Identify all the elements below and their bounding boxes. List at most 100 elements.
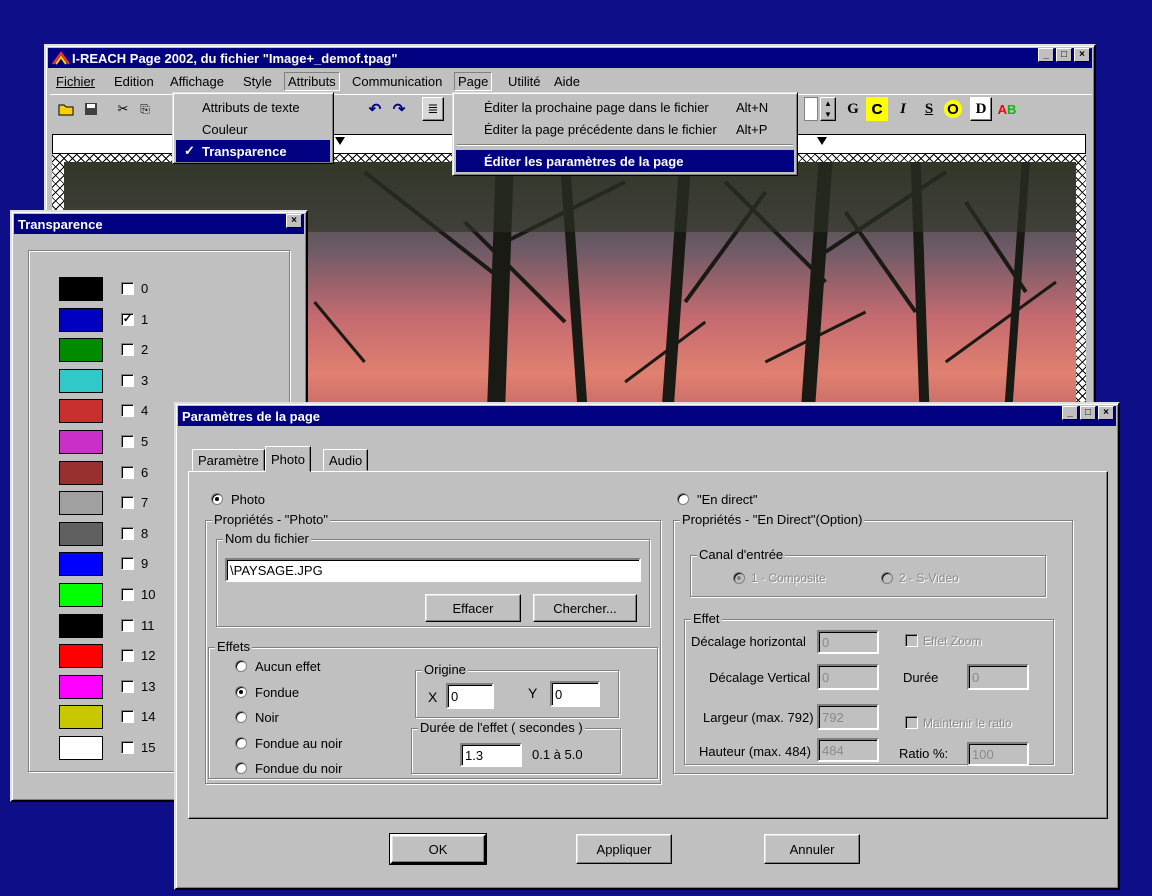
filename-field[interactable]: \PAYSAGE.JPG (225, 558, 641, 582)
ruler-marker-right[interactable] (817, 137, 827, 145)
origin-y-field[interactable]: 0 (550, 681, 600, 707)
photo-radio[interactable] (211, 493, 223, 505)
open-icon[interactable] (56, 97, 78, 121)
duree-field[interactable]: 1.3 (460, 743, 522, 767)
italic-button[interactable]: I (892, 97, 914, 121)
dec-v-field[interactable]: 0 (817, 664, 879, 690)
color-swatch-7[interactable] (59, 491, 103, 516)
tab-photo[interactable]: Photo (265, 446, 311, 472)
color-swatch-15[interactable] (59, 736, 103, 760)
minimize-button[interactable]: _ (1038, 48, 1054, 62)
undo-icon[interactable]: ↶ (364, 97, 386, 121)
transparency-checkbox-7[interactable] (121, 496, 134, 510)
hauteur-field[interactable]: 484 (817, 738, 879, 762)
redo-icon[interactable]: ↷ (388, 97, 410, 121)
o-button[interactable]: O (944, 100, 962, 118)
transparency-checkbox-9[interactable] (121, 557, 134, 571)
params-maximize-button[interactable]: □ (1080, 406, 1096, 420)
params-title-bar[interactable]: Paramètres de la page (178, 406, 1116, 426)
canal2-radio[interactable] (881, 572, 893, 584)
annuler-button[interactable]: Annuler (764, 834, 860, 864)
color-swatch-9[interactable] (59, 552, 103, 577)
color-swatch-11[interactable] (59, 613, 103, 638)
color-swatch-5[interactable] (59, 430, 103, 454)
color-swatch-1[interactable] (59, 307, 103, 332)
zoom-checkbox[interactable] (905, 634, 918, 647)
direct-radio[interactable] (677, 493, 689, 505)
duree2-field[interactable]: 0 (967, 664, 1029, 690)
transparence-close-button[interactable]: × (286, 214, 302, 228)
color-swatch-2[interactable] (59, 338, 103, 363)
maximize-button[interactable]: □ (1056, 48, 1072, 62)
color-swatch-3[interactable] (59, 368, 103, 393)
underline-button[interactable]: S (918, 97, 940, 121)
menu-fichier[interactable]: Fichier (56, 74, 95, 89)
effet-radio-0[interactable] (235, 660, 247, 672)
origin-x-field[interactable]: 0 (446, 683, 494, 709)
menu-aide[interactable]: Aide (554, 74, 580, 89)
transparency-checkbox-5[interactable] (121, 435, 134, 448)
ruler-marker-left[interactable] (335, 137, 345, 145)
color-swatch-12[interactable] (59, 644, 103, 669)
transparency-checkbox-3[interactable] (121, 373, 134, 387)
transparency-checkbox-14[interactable] (121, 710, 134, 724)
effacer-button[interactable]: Effacer (425, 594, 521, 622)
bold-button[interactable]: G (842, 97, 864, 121)
menu-edition[interactable]: Edition (114, 74, 154, 89)
d-button[interactable]: D (970, 97, 992, 121)
effet-radio-2[interactable] (235, 711, 247, 723)
transparency-checkbox-4[interactable] (121, 404, 134, 418)
dec-h-field[interactable]: 0 (817, 630, 879, 654)
color-swatch-13[interactable] (59, 674, 103, 699)
color-swatch-0[interactable] (59, 277, 103, 301)
menu-communication[interactable]: Communication (352, 74, 442, 89)
color-swatch-10[interactable] (59, 583, 103, 607)
color-swatch-4[interactable] (59, 399, 103, 424)
transparency-checkbox-13[interactable] (121, 679, 134, 693)
close-button[interactable]: × (1074, 48, 1090, 62)
canal1-radio[interactable] (733, 572, 745, 584)
transparency-checkbox-8[interactable] (121, 526, 134, 540)
ratio-field[interactable]: 100 (967, 742, 1029, 766)
transparency-checkbox-12[interactable] (121, 649, 134, 663)
menu-style[interactable]: Style (243, 74, 272, 89)
color-swatch-6[interactable] (59, 460, 103, 485)
menu-page[interactable]: Page (454, 72, 493, 91)
menu-item-couleur[interactable]: Couleur (176, 118, 330, 140)
menu-item-attributs-texte[interactable]: Attributs de texte (176, 96, 330, 118)
tab-audio[interactable]: Audio (323, 449, 369, 471)
tab-parametre[interactable]: Paramètre (192, 449, 265, 471)
cut-icon[interactable]: ✂ (112, 97, 134, 121)
color-swatch-8[interactable] (59, 521, 103, 546)
transparency-checkbox-0[interactable] (121, 282, 134, 295)
color-swatch-14[interactable] (59, 705, 103, 730)
transparence-title-bar[interactable]: Transparence (14, 214, 304, 234)
menu-utilite[interactable]: Utilité (508, 74, 541, 89)
effet-radio-1[interactable] (235, 685, 247, 698)
largeur-field[interactable]: 792 (817, 704, 879, 730)
effet-radio-4[interactable] (235, 762, 247, 774)
menu-item-next-page[interactable]: Éditer la prochaine page dans le fichier… (456, 96, 794, 118)
spin-buttons[interactable]: ▲ ▼ (820, 97, 836, 121)
transparency-checkbox-11[interactable] (121, 618, 134, 632)
menu-item-transparence[interactable]: ✓ Transparence (176, 140, 330, 162)
menu-item-prev-page[interactable]: Éditer la page précédente dans le fichie… (456, 118, 794, 140)
main-title-bar[interactable]: I-REACH Page 2002, du fichier "Image+_de… (48, 48, 1092, 68)
menu-item-page-params[interactable]: Éditer les paramètres de la page (456, 150, 794, 172)
ab-button[interactable]: AB (996, 97, 1018, 121)
ratio-checkbox[interactable] (905, 716, 918, 729)
copy-icon[interactable]: ⎘ (134, 97, 156, 121)
transparency-checkbox-2[interactable] (121, 343, 134, 357)
menu-affichage[interactable]: Affichage (170, 74, 224, 89)
params-close-button[interactable]: × (1098, 406, 1114, 420)
font-size-field[interactable] (804, 97, 818, 121)
appliquer-button[interactable]: Appliquer (576, 834, 672, 864)
c-button[interactable]: C (866, 97, 888, 121)
ok-button[interactable]: OK (389, 833, 487, 865)
transparency-checkbox-10[interactable] (121, 588, 134, 601)
effet-radio-3[interactable] (235, 736, 247, 749)
save-icon[interactable] (80, 97, 102, 121)
transparency-checkbox-15[interactable] (121, 741, 134, 754)
transparency-checkbox-1[interactable]: ✓ (121, 312, 134, 326)
params-minimize-button[interactable]: _ (1062, 406, 1078, 420)
